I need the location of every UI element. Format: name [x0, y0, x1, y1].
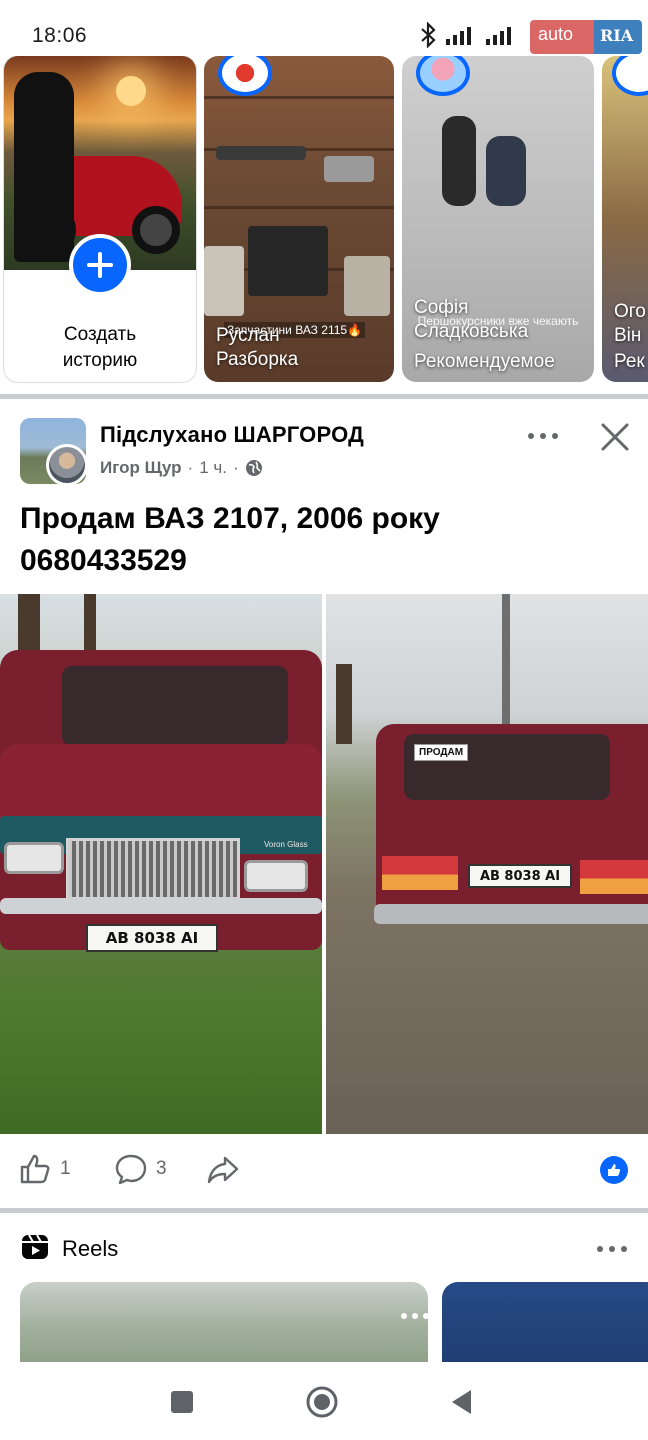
stories-tray: Создать историю Запчастини ВАЗ 2115🔥 Рус… [0, 56, 648, 388]
post-text-line: Продам ВАЗ 2107, 2006 року [20, 502, 440, 535]
story-name: Ого Він [614, 301, 646, 346]
brand-sticker: Voron Glass [264, 840, 308, 849]
reels-header: Reels [0, 1214, 648, 1278]
comment-button[interactable]: 3 [114, 1152, 167, 1186]
story-name: Руслан Разборка [216, 325, 299, 370]
back-button[interactable] [444, 1384, 480, 1420]
post-header: Підслухано ШАРГОРОД Игор Щур · 1 ч. · [0, 404, 648, 490]
like-icon [20, 1154, 50, 1184]
sale-sign: ПРОДАМ [414, 744, 469, 761]
create-story-card[interactable]: Создать историю [4, 56, 196, 382]
reels-icon [22, 1234, 48, 1259]
home-button[interactable] [304, 1384, 340, 1420]
feed-divider [0, 1208, 648, 1213]
post-text: Продам ВАЗ 2107, 2006 року 0680433529 [20, 498, 630, 582]
license-plate: AB 8038 AI [468, 864, 572, 888]
share-button[interactable] [206, 1152, 240, 1186]
reel-card[interactable] [20, 1282, 428, 1364]
reels-title: Reels [62, 1236, 119, 1261]
author-avatar[interactable] [46, 444, 88, 486]
license-plate: AB 8038 AI [86, 924, 218, 952]
post-actions: 1 3 [0, 1134, 648, 1206]
post-photo[interactable]: AB 8038 AI Voron Glass [0, 594, 322, 1134]
post-meta: Игор Щур · 1 ч. · [100, 458, 263, 478]
globe-icon [245, 460, 262, 476]
status-icons [418, 18, 518, 52]
post-phone[interactable]: 0680433529 [20, 540, 630, 582]
status-time: 18:06 [32, 24, 88, 47]
more-options-icon[interactable] [400, 1310, 428, 1322]
recents-button[interactable] [164, 1384, 200, 1420]
meta-separator: · [232, 458, 239, 477]
post-photos: AB 8038 AI Voron Glass ПРОДАМ AB 8038 AI [0, 594, 648, 1134]
reel-card[interactable] [442, 1282, 648, 1364]
story-card[interactable]: Ого Він Рек [602, 56, 648, 382]
post-author[interactable]: Игор Щур [100, 458, 182, 478]
comment-icon [115, 1154, 147, 1185]
like-count: 1 [60, 1158, 71, 1179]
post-time[interactable]: 1 ч. [199, 458, 227, 478]
post-photo[interactable]: ПРОДАМ AB 8038 AI [326, 594, 648, 1134]
story-tag: Рекомендуемое [414, 351, 555, 372]
story-card[interactable]: Першокурсники вже чекають Софія Сладковс… [402, 56, 594, 382]
meta-separator: · [187, 458, 194, 477]
watermark-logo: auto RIA [530, 20, 642, 54]
feed-divider [0, 394, 648, 399]
close-icon[interactable] [598, 420, 632, 454]
story-tag: Рек [614, 351, 645, 372]
like-button[interactable]: 1 [18, 1152, 71, 1186]
share-icon [207, 1156, 239, 1184]
more-options-icon[interactable] [596, 1242, 628, 1256]
story-card[interactable]: Запчастини ВАЗ 2115🔥 Руслан Разборка [204, 56, 394, 382]
plus-icon[interactable] [69, 234, 131, 296]
group-name[interactable]: Підслухано ШАРГОРОД [100, 422, 364, 448]
status-bar: 18:06 auto RIA [0, 0, 648, 56]
signal-icon [486, 27, 511, 45]
watermark-text-right: RIA [594, 20, 642, 54]
comment-count: 3 [156, 1158, 167, 1179]
create-story-label: Создать историю [62, 324, 138, 371]
like-reaction-icon [600, 1156, 628, 1184]
signal-icon [446, 27, 471, 45]
more-options-icon[interactable] [526, 428, 560, 444]
system-nav-bar [0, 1362, 648, 1440]
bluetooth-icon [421, 22, 436, 48]
watermark-text-left: auto [530, 20, 594, 54]
story-name: Софія Сладковська [414, 297, 529, 342]
